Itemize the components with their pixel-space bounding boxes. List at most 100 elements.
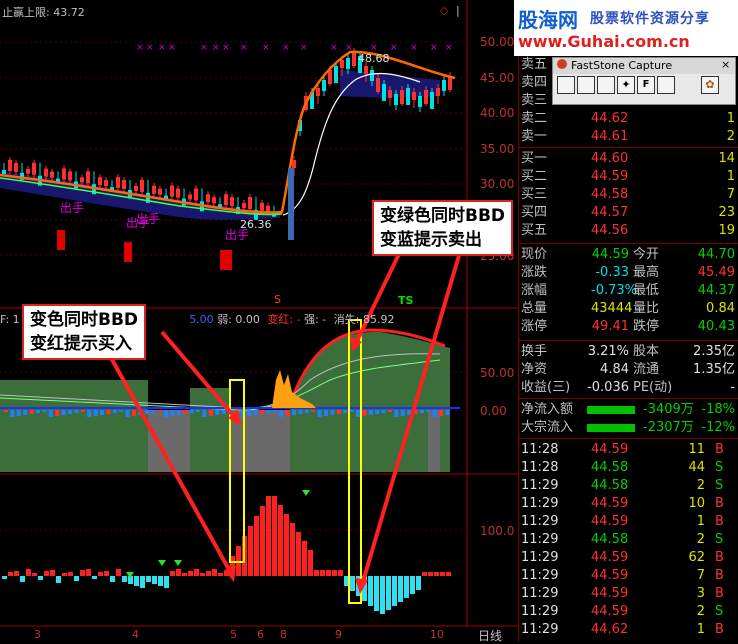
tick-side: B (715, 442, 724, 457)
histogram-bar (50, 570, 55, 576)
sell-mark: 出手 (225, 228, 250, 242)
capture-region-icon[interactable] (597, 76, 615, 94)
capture-fullscreen-icon[interactable]: F (637, 76, 655, 94)
order-book-row[interactable]: 买四 44.57 23 (519, 204, 738, 222)
stats-value: 44.37 (697, 283, 735, 298)
tick-time: 11:29 (521, 550, 559, 565)
flow-bar (587, 406, 635, 414)
mid-bar (445, 410, 450, 415)
histogram-bar (218, 573, 223, 576)
tick-time: 11:29 (521, 478, 559, 493)
histogram-bar (350, 576, 355, 591)
mid-bar (106, 410, 111, 414)
green-arrow-icon (302, 490, 310, 496)
green-arrow-icon (158, 560, 166, 566)
flow-value: -2307万 (643, 420, 694, 435)
tick-volume: 2 (696, 478, 705, 493)
tick-side: B (715, 622, 724, 637)
tick-row: 11:29 44.59 1 B (519, 513, 738, 531)
chart-scroll-icon[interactable]: | (456, 4, 460, 17)
stats-label: 总量 (521, 301, 548, 316)
tick-volume: 10 (688, 496, 705, 511)
mid-bar (42, 410, 47, 412)
bbd-area-gray (428, 410, 440, 472)
site-logo-banner[interactable]: 股海网 股票软件资源分享 www.Guhai.com.cn (514, 0, 738, 56)
mid-bar (176, 410, 181, 415)
order-book-row[interactable]: 买一 44.60 14 (519, 150, 738, 168)
capture-freehand-icon[interactable]: ✦ (617, 76, 635, 94)
flow-pct: -18% (701, 402, 735, 417)
mid-bar (151, 410, 156, 413)
mid-axis-label: 50.00 (480, 366, 515, 380)
bbd-area-green (190, 388, 230, 472)
histogram-bar (74, 576, 79, 581)
mid-bar (23, 410, 28, 415)
tick-side: B (715, 496, 724, 511)
histogram-bar (92, 576, 97, 579)
histogram-bar (170, 571, 175, 576)
histogram-bar (194, 569, 199, 576)
signal-marker: × (240, 43, 248, 53)
signal-marker: × (300, 43, 308, 53)
flow-bar (587, 424, 635, 432)
histogram-bar (272, 496, 277, 576)
capture-object-icon[interactable] (577, 76, 595, 94)
kline-chart-area[interactable]: × × × × × × × × × × × × × × × × × × 止赢上限… (0, 0, 518, 644)
green-arrow-icon (174, 560, 182, 566)
stats2-value: 4.84 (600, 362, 629, 377)
signal-marker: × (445, 43, 453, 53)
capture-window-icon[interactable] (557, 76, 575, 94)
mid-bar (247, 410, 252, 416)
capture-titlebar[interactable]: FastStone Capture × (553, 58, 735, 74)
mid-bar (272, 410, 277, 412)
stats-label: 涨停 (521, 319, 548, 334)
mid-bar (93, 410, 98, 416)
capture-toolbar-window[interactable]: FastStone Capture × ✦ F ✿ (552, 57, 736, 105)
stats-label: 涨跌 (521, 265, 548, 280)
tick-side: B (715, 586, 724, 601)
order-level-label: 买二 (521, 169, 548, 184)
histogram-bar (392, 576, 397, 606)
order-book-row[interactable]: 卖二 44.62 1 (519, 110, 738, 128)
histogram-bar (26, 569, 31, 576)
capture-settings-icon[interactable]: ✿ (701, 76, 719, 94)
histogram-bar (86, 569, 91, 576)
capture-title: FastStone Capture (571, 59, 673, 72)
tick-time: 11:29 (521, 514, 559, 529)
order-price: 44.62 (591, 111, 629, 126)
histogram-bar (164, 576, 169, 588)
signal-marker: × (222, 43, 230, 53)
stats-value: -0.73% (591, 283, 637, 298)
histogram-bar (296, 532, 301, 576)
ts-mark: TS (398, 294, 414, 307)
signal-block (57, 230, 65, 250)
capture-scroll-icon[interactable] (657, 76, 675, 94)
histogram-bar (20, 576, 25, 582)
order-book-row[interactable]: 卖一 44.61 2 (519, 128, 738, 146)
signal-marker: × (212, 43, 220, 53)
chart-diamond-icon[interactable]: ◇ (440, 4, 448, 17)
order-volume: 1 (726, 169, 735, 184)
price-axis-label: 50.00 (480, 35, 515, 49)
capture-close-icon[interactable]: × (721, 58, 730, 71)
mid-bar (87, 410, 92, 417)
mid-bar (298, 410, 303, 414)
order-book-row[interactable]: 买三 44.58 7 (519, 186, 738, 204)
mid-bar (164, 410, 168, 417)
histogram-bar (440, 572, 445, 576)
histogram-bar (188, 571, 193, 576)
order-book-row[interactable]: 买五 44.56 19 (519, 222, 738, 240)
indicator-value: 5.00 (189, 313, 214, 326)
period-label[interactable]: 日线 (478, 627, 502, 644)
order-book-row[interactable]: 买二 44.59 1 (519, 168, 738, 186)
histogram-bar (140, 576, 145, 588)
signal-marker: × (430, 43, 438, 53)
stats-row: 现价 44.59 今开 44.70 (519, 246, 738, 264)
flow-value: -3409万 (643, 402, 694, 417)
mid-bar (100, 410, 104, 415)
histogram-bar (248, 526, 253, 576)
histogram-bar (260, 506, 265, 576)
histogram-bar (8, 572, 13, 576)
signal-markers: × × × × × × × × × × × × × × × × × × (136, 43, 453, 53)
date-label: 8 (280, 628, 287, 641)
